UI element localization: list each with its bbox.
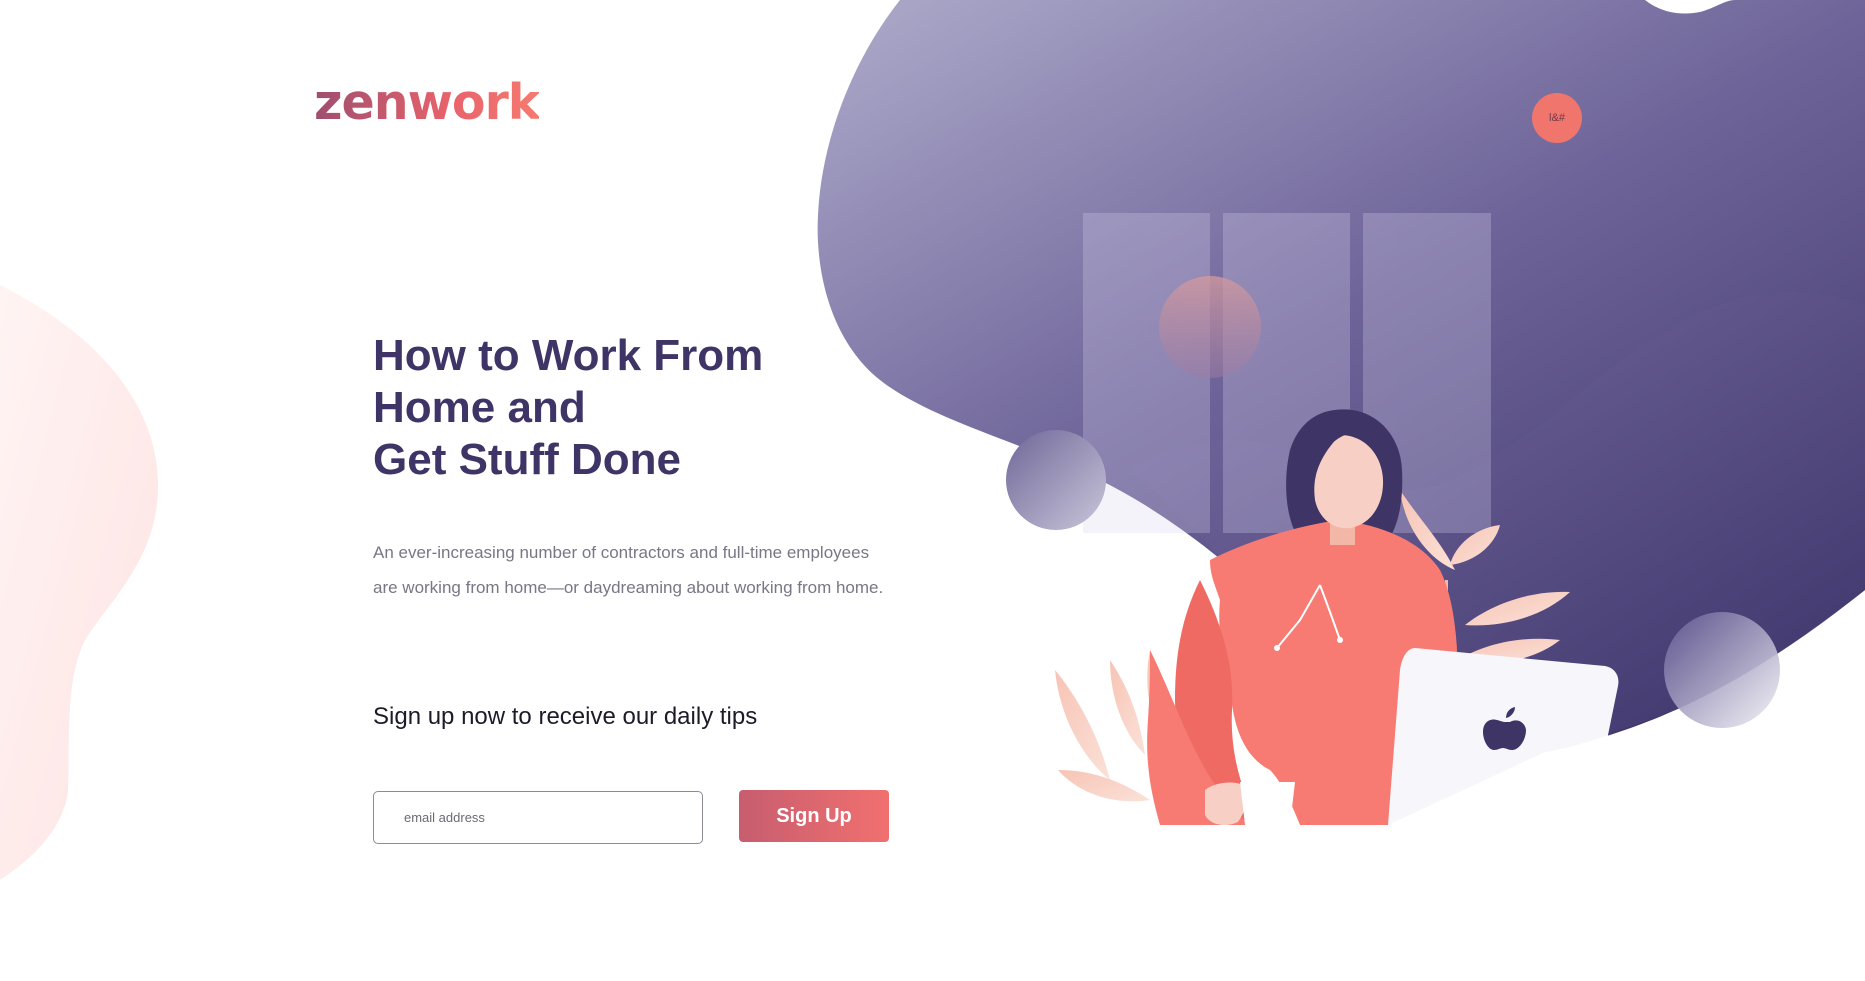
menu-button[interactable]: l&# <box>1532 93 1582 143</box>
brand-logo[interactable]: zenwork <box>314 78 540 127</box>
sign-up-button[interactable]: Sign Up <box>739 790 889 842</box>
left-bubble <box>1006 430 1106 530</box>
plant-left <box>1055 650 1163 802</box>
right-bubble <box>1664 612 1780 728</box>
hero-illustration <box>817 0 1865 826</box>
signup-prompt: Sign up now to receive our daily tips <box>373 703 758 730</box>
email-field[interactable] <box>373 791 703 844</box>
hero-title: How to Work From Home and Get Stuff Done <box>373 330 893 486</box>
coffee-cup <box>1240 782 1295 825</box>
hero-description: An ever-increasing number of contractors… <box>373 543 884 597</box>
hero-title-line-3: Get Stuff Done <box>373 435 681 484</box>
sun-circle <box>1159 276 1261 378</box>
landing-page: zenwork l&# How to Work From Home and Ge… <box>0 0 1865 981</box>
hero-title-line-2: Home and <box>373 383 586 432</box>
hero-title-line-1: How to Work From <box>373 331 764 380</box>
